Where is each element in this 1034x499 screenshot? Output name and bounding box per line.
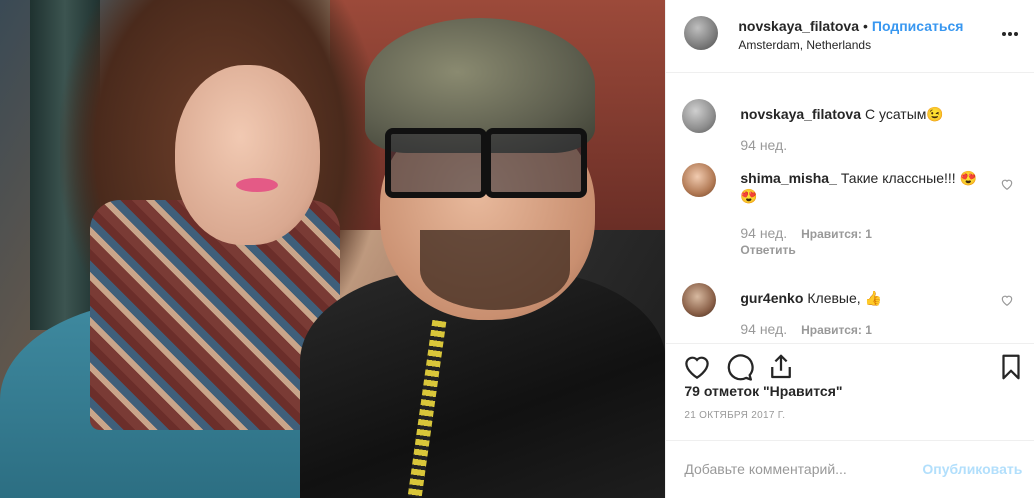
reply-button[interactable]: Ответить	[740, 243, 795, 257]
bookmark-icon[interactable]	[996, 352, 1026, 382]
comment-likes[interactable]: Нравится: 1	[801, 227, 872, 241]
post-photo[interactable]	[0, 0, 666, 498]
comment-text-line: novskaya_filatova С усатым😉	[740, 105, 990, 123]
photo-woman-face	[175, 65, 320, 245]
photo-man-glasses	[385, 128, 587, 198]
comment-avatar[interactable]	[682, 99, 717, 133]
comment-username[interactable]: novskaya_filatova	[740, 106, 861, 122]
author-line: novskaya_filatova • Подписаться	[738, 18, 963, 34]
instagram-post: novskaya_filatova • Подписаться Amsterdam,…	[0, 0, 1034, 498]
comment-heart-icon[interactable]	[1000, 293, 1014, 307]
comment-text-line: shima_misha_ Такие классные!!! 😍😍	[740, 169, 990, 205]
comment-age[interactable]: 94 нед.	[740, 321, 787, 337]
comments-list[interactable]: novskaya_filatova С усатым😉 94 нед. shima…	[666, 73, 1034, 343]
separator-dot: •	[862, 18, 868, 34]
comment-heart-icon[interactable]	[1000, 177, 1014, 191]
post-date[interactable]: 21 ОКТЯБРЯ 2017 Г.	[684, 410, 785, 421]
comment-meta: 94 нед. Нравится: 1	[740, 225, 872, 241]
photo-woman-lips	[236, 178, 278, 192]
likes-count[interactable]: 79 отметок "Нравится"	[684, 383, 842, 399]
comment-username[interactable]: shima_misha_	[740, 170, 837, 186]
heart-icon[interactable]	[682, 352, 712, 382]
comment-age[interactable]: 94 нед.	[740, 225, 787, 241]
comment-likes[interactable]: Нравится: 1	[801, 323, 872, 337]
author-username[interactable]: novskaya_filatova	[738, 18, 859, 34]
publish-button[interactable]: Опубликовать	[922, 461, 1022, 477]
comment-text-line: gur4enko Клевые, 👍	[740, 289, 990, 307]
photo-man-beard	[420, 230, 570, 310]
comment-input[interactable]	[684, 461, 905, 477]
comment-text: С усатым😉	[864, 106, 944, 122]
post-sidebar: novskaya_filatova • Подписаться Amsterdam,…	[665, 0, 1034, 498]
action-bar	[666, 343, 1034, 384]
add-comment-bar: Опубликовать	[666, 440, 1034, 499]
comment-meta: 94 нед. Нравится: 1	[740, 321, 872, 337]
comment-icon[interactable]	[724, 352, 755, 382]
follow-button[interactable]: Подписаться	[872, 18, 964, 34]
comment-avatar[interactable]	[682, 283, 717, 317]
post-header: novskaya_filatova • Подписаться Amsterdam,…	[666, 0, 1034, 73]
author-avatar[interactable]	[684, 16, 719, 50]
comment-age[interactable]: 94 нед.	[740, 137, 787, 153]
comment-text: Клевые, 👍	[807, 290, 882, 306]
comment-username[interactable]: gur4enko	[740, 290, 803, 306]
comment-avatar[interactable]	[682, 163, 717, 197]
share-icon[interactable]	[766, 352, 796, 382]
more-icon[interactable]	[1000, 24, 1020, 44]
post-location[interactable]: Amsterdam, Netherlands	[738, 38, 871, 52]
